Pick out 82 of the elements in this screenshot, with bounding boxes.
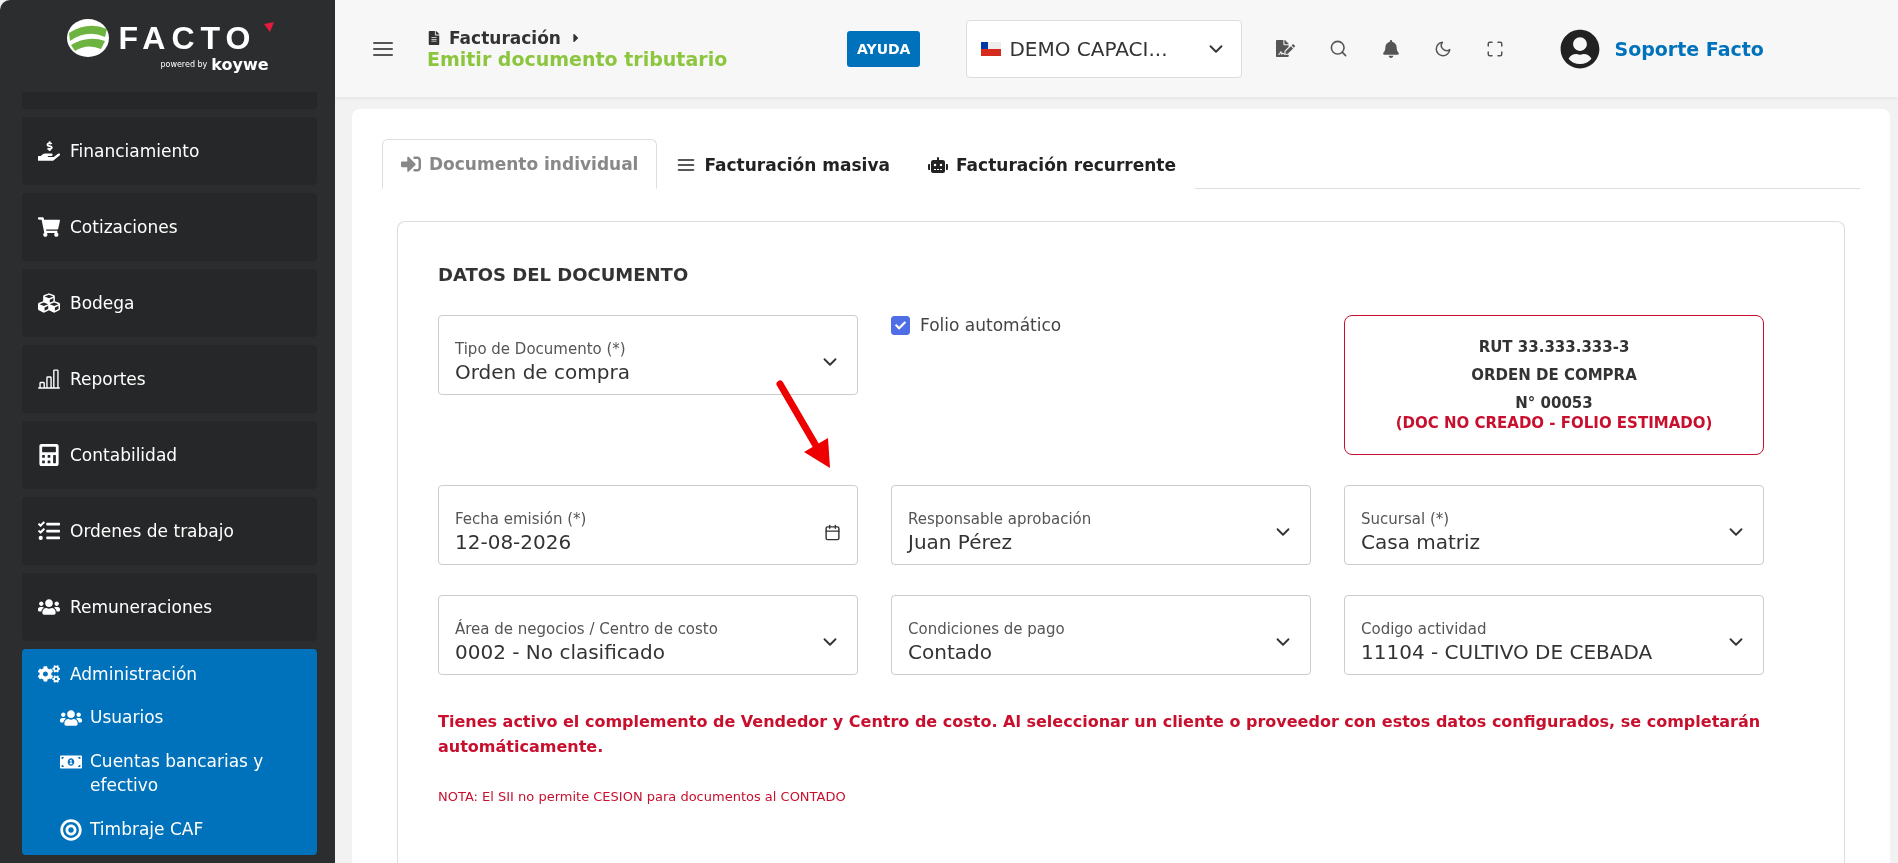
sidebar-item[interactable]: Financiamiento xyxy=(22,117,317,185)
sidebar-item-label: Administración xyxy=(70,664,198,684)
sidebar-item[interactable]: Contabilidad xyxy=(22,421,317,489)
field-label: Responsable aprobación xyxy=(908,510,1093,528)
field-label: Área de negocios / Centro de costo xyxy=(455,620,719,638)
sidebar-item[interactable]: Cotizaciones xyxy=(22,193,317,261)
field-label: Codigo actividad xyxy=(1361,620,1488,638)
login-icon xyxy=(401,154,421,174)
moon-icon[interactable] xyxy=(1434,39,1453,58)
check-icon xyxy=(895,319,906,331)
notice-text: Tienes activo el complemento de Vendedor y Centro de costo. Al seleccionar un cliente o proveedor con estos datos configurados, se completarán automáticamente. xyxy=(438,711,1762,758)
select-field[interactable]: Condiciones de pago Contado xyxy=(891,595,1311,675)
bell-icon[interactable] xyxy=(1382,39,1401,58)
checkbox-label: Folio automático xyxy=(920,315,1062,335)
field-label: Fecha emisión (*) xyxy=(455,510,588,528)
tab[interactable]: Documento individual xyxy=(382,139,658,189)
submenu-link[interactable]: Usuarios xyxy=(90,705,164,729)
page-title: Emitir documento tributario xyxy=(427,47,729,70)
bar-chart-icon xyxy=(38,368,60,390)
hand-dollar-icon xyxy=(38,140,60,162)
avatar-icon[interactable] xyxy=(1560,28,1601,69)
submenu-link[interactable]: Timbraje CAF xyxy=(90,817,204,841)
calculator-icon xyxy=(38,444,60,466)
summary-warning: (DOC NO CREADO - FOLIO ESTIMADO) xyxy=(1395,414,1713,432)
summary-line: ORDEN DE COMPRA xyxy=(1471,366,1637,384)
boxes-icon xyxy=(38,292,60,314)
field-value: Casa matriz xyxy=(1361,530,1482,554)
users-icon xyxy=(38,596,60,618)
sidebar-item-label: Remuneraciones xyxy=(70,597,213,617)
sidebar-item-label: Ordenes de trabajo xyxy=(70,521,234,541)
gears-icon xyxy=(38,663,60,685)
field-value: Contado xyxy=(908,640,993,664)
checklist-icon xyxy=(38,520,60,542)
target-icon xyxy=(60,819,82,841)
users-icon xyxy=(60,707,82,729)
brand-name: koywe xyxy=(211,55,269,75)
select-field[interactable]: Sucursal (*) Casa matriz xyxy=(1344,485,1764,565)
document-edit-icon[interactable] xyxy=(1276,39,1296,58)
sidebar-item[interactable]: Reportes xyxy=(22,345,317,413)
calendar-icon[interactable] xyxy=(824,523,841,541)
logo-wordmark: FACTO xyxy=(118,19,257,57)
submenu-link[interactable]: Cuentas bancarias y efectivo xyxy=(90,749,301,797)
user-name[interactable]: Soporte Facto xyxy=(1614,37,1764,60)
sidebar-item[interactable]: Remuneraciones xyxy=(22,573,317,641)
field-value: Orden de compra xyxy=(455,360,631,384)
robot-icon xyxy=(928,154,948,175)
flag-icon xyxy=(981,41,1002,56)
select-field[interactable]: Área de negocios / Centro de costo 0002 - No clasificado xyxy=(438,595,858,675)
summary-line: N° 00053 xyxy=(1515,394,1593,412)
sidebar-item[interactable]: Bodega xyxy=(22,269,317,337)
fullscreen-icon[interactable] xyxy=(1486,39,1505,58)
search-icon[interactable] xyxy=(1329,39,1349,58)
field-value: Juan Pérez xyxy=(908,530,1014,554)
document-icon xyxy=(427,30,441,45)
sidebar-item-label: Cotizaciones xyxy=(70,217,178,237)
field-value: 12-08-2026 xyxy=(455,530,573,554)
select-field[interactable]: Responsable aprobación Juan Pérez xyxy=(891,485,1311,565)
section-title: DATOS DEL DOCUMENTO xyxy=(438,264,690,285)
checkbox[interactable] xyxy=(891,315,910,335)
help-button[interactable]: AYUDA xyxy=(847,30,921,67)
cart-icon xyxy=(38,216,60,238)
sidebar-item-label: Bodega xyxy=(70,293,135,313)
field-label: Condiciones de pago xyxy=(908,620,1066,638)
select-field[interactable]: Tipo de Documento (*) Orden de compra xyxy=(438,315,858,395)
date-field[interactable]: Fecha emisión (*) 12-08-2026 xyxy=(438,485,858,565)
sidebar-item-label: Contabilidad xyxy=(70,445,178,465)
sidebar-item[interactable]: Ordenes de trabajo xyxy=(22,497,317,565)
sidebar-item[interactable]: Administración Usuarios Cuentas bancarias y efectivo Timbraje CAF xyxy=(22,649,317,855)
select-field[interactable]: Codigo actividad 11104 - CULTIVO DE CEBADA xyxy=(1344,595,1764,675)
note-text: NOTA: El SII no permite CESION para documentos al CONTADO xyxy=(438,789,847,804)
company-select[interactable]: DEMO CAPACI... xyxy=(966,19,1243,78)
powered-by-text: powered by xyxy=(160,60,208,70)
field-label: Tipo de Documento (*) xyxy=(455,340,627,358)
field-value: 11104 - CULTIVO DE CEBADA xyxy=(1361,640,1654,664)
triangle-icon xyxy=(264,22,275,33)
breadcrumb-section[interactable]: Facturación xyxy=(449,27,561,48)
field-label: Sucursal (*) xyxy=(1361,510,1451,528)
logo-swoosh-icon xyxy=(64,17,111,60)
sidebar-item-label: Financiamiento xyxy=(70,141,200,161)
summary-line: RUT 33.333.333-3 xyxy=(1478,338,1630,356)
sidebar-item-label: Reportes xyxy=(70,369,146,389)
field-value: 0002 - No clasificado xyxy=(455,640,666,664)
